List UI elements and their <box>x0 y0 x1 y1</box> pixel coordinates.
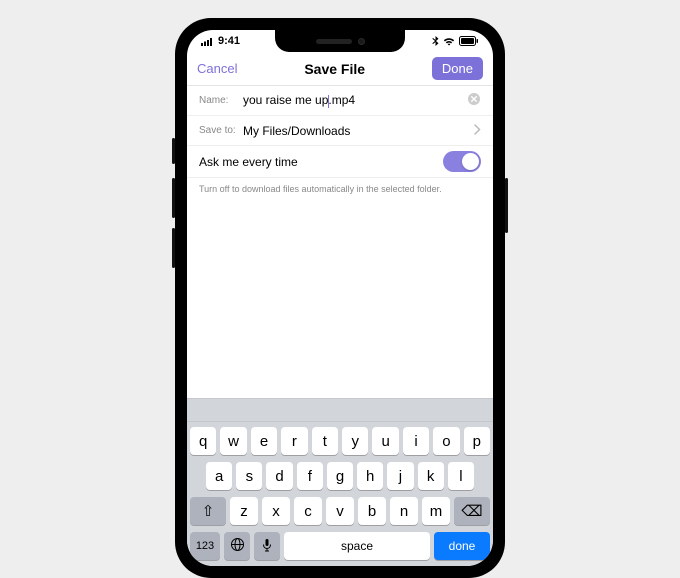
save-to-row[interactable]: Save to: My Files/Downloads <box>187 116 493 146</box>
key-a[interactable]: a <box>206 462 232 490</box>
wifi-icon <box>443 37 455 46</box>
cancel-button[interactable]: Cancel <box>197 61 237 76</box>
microphone-icon <box>262 538 272 555</box>
key-t[interactable]: t <box>312 427 338 455</box>
screen: 9:41 Cancel Save File Done Name: <box>187 30 493 566</box>
key-m[interactable]: m <box>422 497 450 525</box>
key-v[interactable]: v <box>326 497 354 525</box>
key-l[interactable]: l <box>448 462 474 490</box>
keyboard: q w e r t y u i o p a s d f g h j k <box>187 422 493 566</box>
key-q[interactable]: q <box>190 427 216 455</box>
toggle-thumb <box>462 153 479 170</box>
key-return-done[interactable]: done <box>434 532 490 560</box>
page-title: Save File <box>304 61 365 77</box>
key-f[interactable]: f <box>297 462 323 490</box>
nav-bar: Cancel Save File Done <box>187 52 493 86</box>
chevron-right-icon <box>474 124 481 138</box>
content-area <box>187 200 493 398</box>
key-shift[interactable]: ⇧ <box>190 497 226 525</box>
key-space[interactable]: space <box>284 532 430 560</box>
key-n[interactable]: n <box>390 497 418 525</box>
ask-every-time-label: Ask me every time <box>199 155 298 169</box>
bluetooth-icon <box>432 36 439 47</box>
keyboard-row-2: a s d f g h j k l <box>190 462 490 490</box>
key-g[interactable]: g <box>327 462 353 490</box>
key-b[interactable]: b <box>358 497 386 525</box>
key-s[interactable]: s <box>236 462 262 490</box>
key-x[interactable]: x <box>262 497 290 525</box>
key-dictation[interactable] <box>254 532 280 560</box>
volume-up-button <box>172 178 175 218</box>
notch <box>275 30 405 52</box>
clear-text-icon[interactable] <box>467 92 481 109</box>
volume-down-button <box>172 228 175 268</box>
key-backspace[interactable]: ⌫ <box>454 497 490 525</box>
keyboard-row-1: q w e r t y u i o p <box>190 427 490 455</box>
phone-frame: 9:41 Cancel Save File Done Name: <box>175 18 505 578</box>
keyboard-suggestion-bar[interactable] <box>187 398 493 422</box>
key-y[interactable]: y <box>342 427 368 455</box>
key-o[interactable]: o <box>433 427 459 455</box>
battery-icon <box>459 36 479 46</box>
key-u[interactable]: u <box>372 427 398 455</box>
speaker-grille <box>316 39 352 44</box>
filename-input[interactable]: you raise me up.mp4 <box>243 93 467 107</box>
keyboard-row-4: 123 space done <box>190 532 490 560</box>
front-camera <box>358 38 365 45</box>
key-h[interactable]: h <box>357 462 383 490</box>
key-c[interactable]: c <box>294 497 322 525</box>
filename-value-post: .mp4 <box>328 93 355 107</box>
key-r[interactable]: r <box>281 427 307 455</box>
hint-text: Turn off to download files automatically… <box>187 178 493 200</box>
save-to-label: Save to: <box>199 125 243 136</box>
key-globe[interactable] <box>224 532 250 560</box>
key-numbers[interactable]: 123 <box>190 532 220 560</box>
shift-icon: ⇧ <box>202 502 215 520</box>
ask-every-time-row: Ask me every time <box>187 146 493 178</box>
key-z[interactable]: z <box>230 497 258 525</box>
cellular-signal-icon <box>201 37 214 46</box>
save-to-value: My Files/Downloads <box>243 124 474 138</box>
key-k[interactable]: k <box>418 462 444 490</box>
key-w[interactable]: w <box>220 427 246 455</box>
ask-every-time-toggle[interactable] <box>443 151 481 172</box>
side-button <box>172 138 175 164</box>
done-button[interactable]: Done <box>432 57 483 80</box>
key-j[interactable]: j <box>387 462 413 490</box>
power-button <box>505 178 508 233</box>
backspace-icon: ⌫ <box>461 502 482 520</box>
key-i[interactable]: i <box>403 427 429 455</box>
key-d[interactable]: d <box>266 462 292 490</box>
filename-value-pre: you raise me up <box>243 93 328 107</box>
globe-icon <box>230 537 245 555</box>
key-e[interactable]: e <box>251 427 277 455</box>
filename-row[interactable]: Name: you raise me up.mp4 <box>187 86 493 116</box>
status-time: 9:41 <box>218 35 240 47</box>
filename-label: Name: <box>199 95 243 106</box>
key-p[interactable]: p <box>464 427 490 455</box>
keyboard-row-3: ⇧ z x c v b n m ⌫ <box>190 497 490 525</box>
